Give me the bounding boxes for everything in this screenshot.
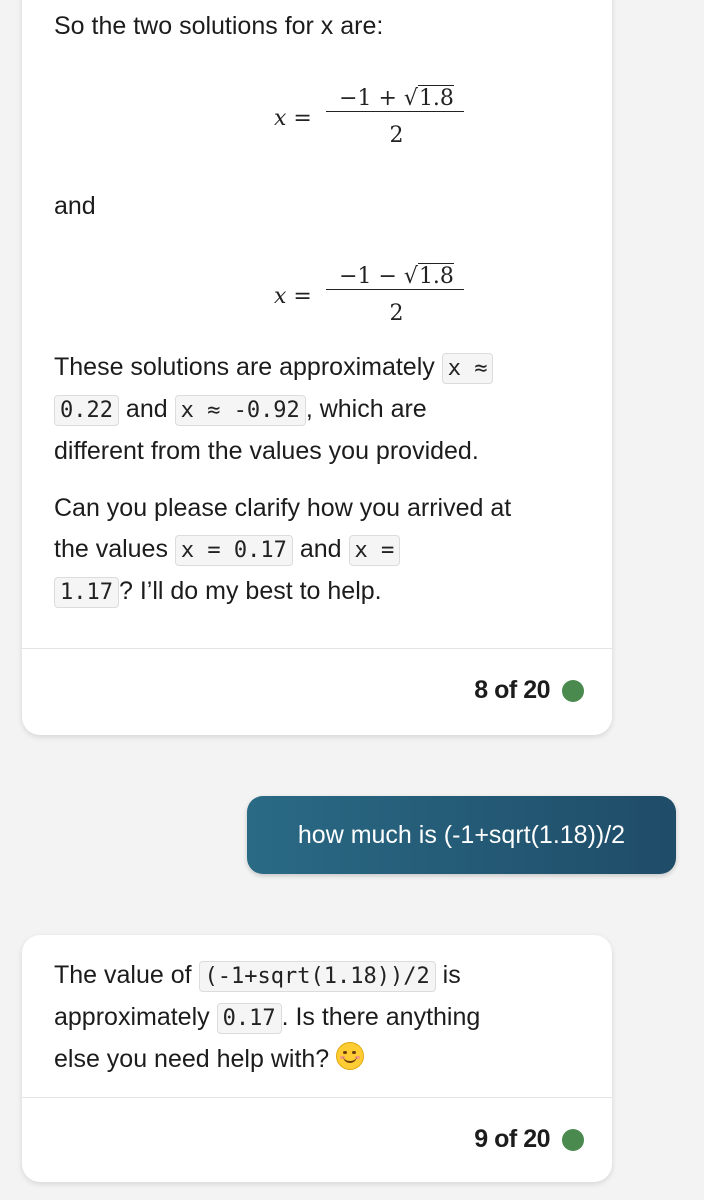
assistant-message-card: The value of (-1+sqrt(1.18))/2 is approx… <box>22 935 612 1182</box>
answer-line-1: The value of (-1+sqrt(1.18))/2 is <box>54 955 580 997</box>
assistant-message-card: So the two solutions for x are: x = −1 +… <box>22 0 612 735</box>
answer-line-3: else you need help with? <box>54 1039 580 1080</box>
approx-line-1: These solutions are approximately x ≈ <box>54 347 580 389</box>
inline-code: x ≈ -0.92 <box>174 395 306 426</box>
fraction-bar <box>326 111 464 112</box>
message-counter: 8 of 20 <box>474 676 584 705</box>
inline-code: x ≈ <box>441 353 494 384</box>
answer-paragraph: The value of (-1+sqrt(1.18))/2 is approx… <box>54 955 580 1080</box>
formula-numerator: −1 + √1.8 <box>339 85 454 111</box>
clarify-line-3: 1.17? I’ll do my best to help. <box>54 571 580 613</box>
fraction-bar <box>326 289 464 290</box>
radicand: 1.8 <box>417 85 454 111</box>
clarify-line-2: the values x = 0.17 and x = <box>54 529 580 571</box>
radicand: 1.8 <box>417 263 454 289</box>
status-dot-icon <box>562 1128 584 1151</box>
counter-text: 9 of 20 <box>474 1125 550 1153</box>
formula-denominator: 2 <box>389 123 404 148</box>
inline-code: (-1+sqrt(1.18))/2 <box>198 961 436 992</box>
inline-code: x = <box>348 535 401 566</box>
connector-text: and <box>54 192 96 220</box>
message-counter: 9 of 20 <box>474 1125 584 1154</box>
footer-divider <box>22 1097 612 1098</box>
intro-text: So the two solutions for x are: <box>54 12 384 40</box>
user-message-text: how much is (-1+sqrt(1.18))/2 <box>297 821 626 849</box>
status-dot-icon <box>562 679 584 702</box>
inline-code: 0.22 <box>54 395 119 426</box>
inline-code: x = 0.17 <box>174 535 293 566</box>
answer-line-2: approximately 0.17. Is there anything <box>54 997 580 1039</box>
counter-text: 8 of 20 <box>474 676 550 704</box>
approximation-paragraph: These solutions are approximately x ≈ 0.… <box>54 347 580 472</box>
smiling-face-icon <box>336 1042 365 1070</box>
clarify-paragraph: Can you please clarify how you arrived a… <box>54 488 580 613</box>
clarify-line-1: Can you please clarify how you arrived a… <box>54 494 512 522</box>
formula-denominator: 2 <box>389 301 404 326</box>
footer-divider <box>22 648 612 649</box>
inline-code: 1.17 <box>54 577 119 608</box>
formula-numerator: −1 − √1.8 <box>339 263 454 289</box>
formula-lhs: x = <box>274 284 312 309</box>
inline-code: 0.17 <box>216 1003 282 1034</box>
formula-lhs: x = <box>274 106 312 131</box>
approx-line-2: 0.22 and x ≈ -0.92, which are <box>54 389 580 431</box>
approx-line-3: different from the values you provided. <box>54 437 479 465</box>
user-message-bubble: how much is (-1+sqrt(1.18))/2 <box>247 796 676 874</box>
